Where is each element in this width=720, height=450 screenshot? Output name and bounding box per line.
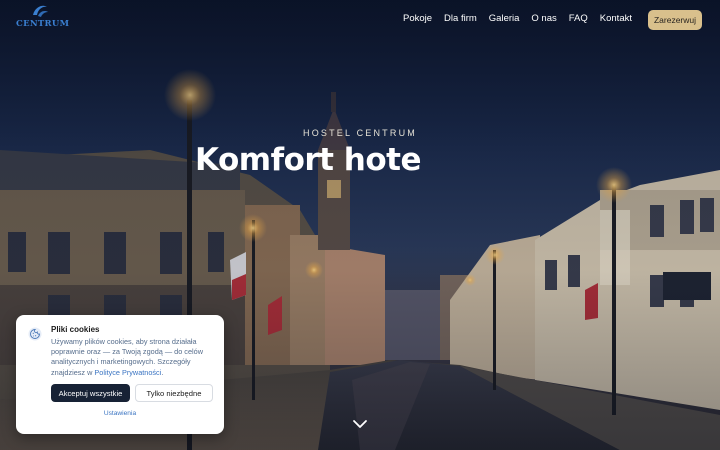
main-nav: Pokoje Dla firm Galeria O nas FAQ Kontak… — [403, 13, 632, 24]
cookie-description: Używamy plików cookies, aby strona dział… — [51, 337, 217, 378]
logo-text: CENTRUM — [16, 19, 70, 29]
only-necessary-button[interactable]: Tylko niezbędne — [135, 384, 213, 402]
nav-link-o-nas[interactable]: O nas — [531, 13, 556, 24]
cookie-title: Pliki cookies — [51, 325, 100, 334]
cookie-icon — [28, 327, 42, 341]
book-now-button[interactable]: Zarezerwuj — [648, 10, 702, 30]
cookie-settings-link[interactable]: Ustawienia — [16, 410, 224, 417]
chevron-down-icon[interactable] — [352, 418, 368, 430]
privacy-policy-link[interactable]: Polityce Prywatności — [94, 368, 161, 377]
nav-link-galeria[interactable]: Galeria — [489, 13, 520, 24]
site-logo[interactable]: CENTRUM — [16, 3, 70, 33]
nav-link-faq[interactable]: FAQ — [569, 13, 588, 24]
cookie-consent-banner: Pliki cookies Używamy plików cookies, ab… — [16, 315, 224, 434]
site-header: CENTRUM Pokoje Dla firm Galeria O nas FA… — [0, 0, 720, 40]
logo-emblem-icon — [33, 5, 48, 17]
nav-link-pokoje[interactable]: Pokoje — [403, 13, 432, 24]
hero-eyebrow: HOSTEL CENTRUM — [303, 128, 417, 138]
cookie-body-end: . — [161, 367, 164, 377]
nav-link-dla-firm[interactable]: Dla firm — [444, 13, 477, 24]
accept-all-button[interactable]: Akceptuj wszystkie — [51, 384, 130, 402]
nav-link-kontakt[interactable]: Kontakt — [600, 13, 632, 24]
hero-headline: Komfort hote — [195, 142, 421, 178]
